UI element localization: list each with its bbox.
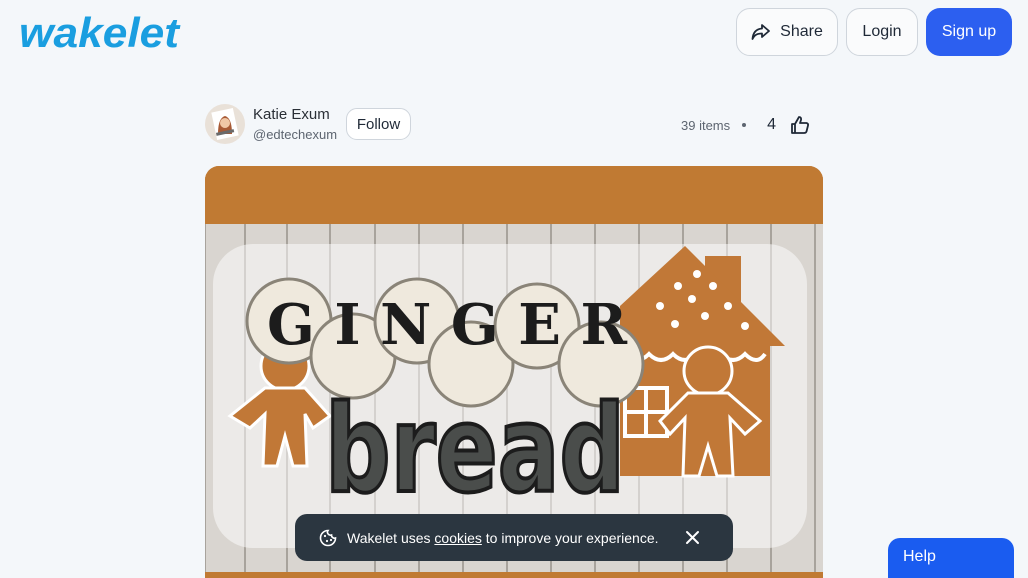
follow-button[interactable]: Follow [346,108,412,140]
collection-stats: 39 items 4 [681,112,811,138]
avatar[interactable] [205,104,245,144]
separator-dot [742,123,747,127]
share-label: Share [780,23,823,40]
cookie-message: Wakelet uses cookies to improve your exp… [347,530,659,546]
share-button[interactable]: Share [736,8,838,56]
cookie-icon [319,529,337,546]
like-count: 4 [767,116,777,133]
wakelet-logo[interactable]: wakelet [19,10,181,54]
cover-title-bottom: bread [325,381,625,520]
thumbs-up-icon[interactable] [789,114,811,136]
login-button[interactable]: Login [846,8,918,56]
logo-text: wakelet [19,10,181,54]
cookie-suffix: to improve your experience. [485,529,659,546]
share-icon [751,24,771,40]
close-icon[interactable] [685,530,700,545]
items-count: 39 items [681,117,731,133]
cookie-banner: Wakelet uses cookies to improve your exp… [295,514,733,561]
help-button[interactable]: Help [888,538,1014,578]
cookie-prefix: Wakelet uses [347,529,431,546]
owner-handle: @edtechexum [253,127,338,142]
signup-button[interactable]: Sign up [926,8,1012,56]
owner-name[interactable]: Katie Exum [253,105,337,124]
collection-owner: Katie Exum @edtechexum Follow [205,104,412,144]
cookies-link[interactable]: cookies [434,530,481,546]
